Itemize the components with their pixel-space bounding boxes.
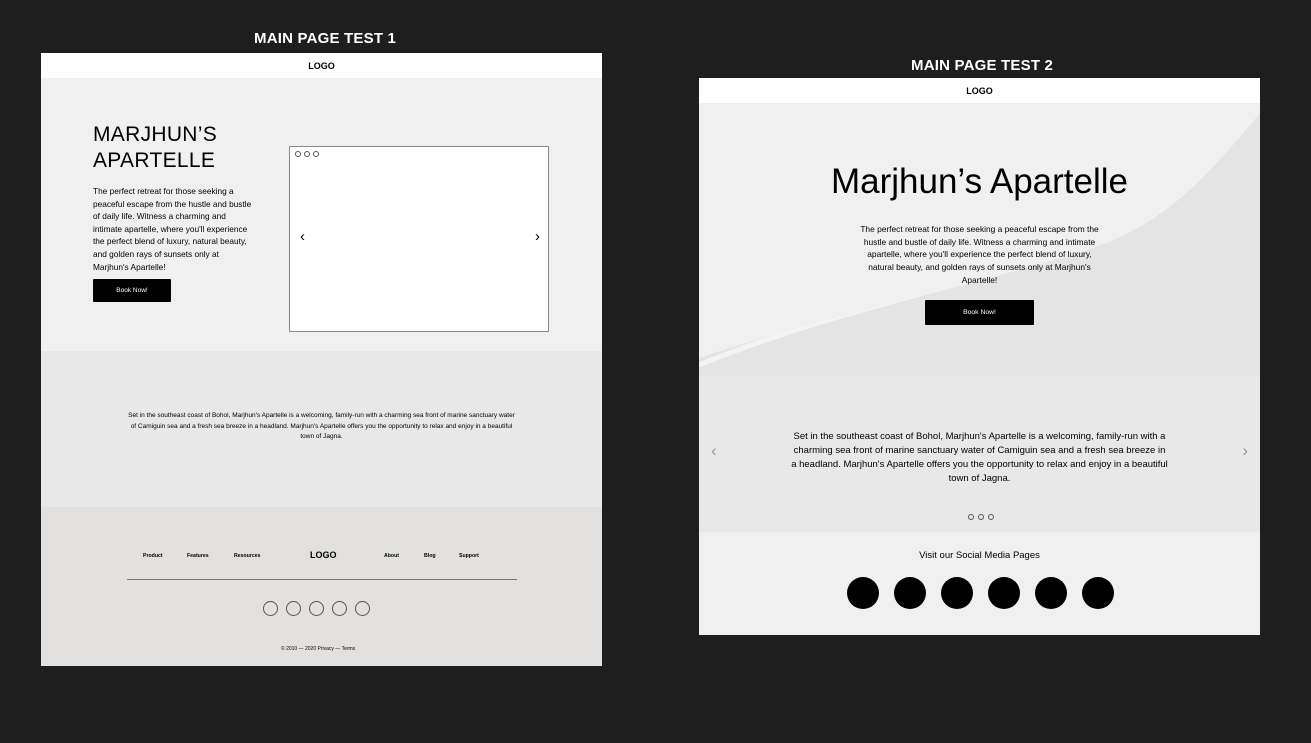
about-text: Set in the southeast coast of Bohol, Mar… — [791, 431, 1168, 484]
hero-description: The perfect retreat for those seeking a … — [93, 186, 252, 272]
footer-link-resources[interactable]: Resources — [234, 553, 261, 559]
window-dots — [295, 151, 319, 157]
circle-icon[interactable] — [355, 601, 370, 616]
footer-link-product[interactable]: Product — [143, 553, 163, 559]
about-section: Set in the southeast coast of Bohol, Mar… — [41, 351, 602, 507]
footer-link-features[interactable]: Features — [187, 553, 209, 559]
social-section: Visit our Social Media Pages — [699, 532, 1260, 635]
book-now-button[interactable]: Book Now! — [93, 279, 171, 302]
social-icon[interactable] — [1082, 577, 1114, 609]
main-page-test-2: LOGO Marjhun’s Apartelle The perfect ret… — [699, 78, 1260, 635]
hero-title: MARJHUN’S APARTELLE — [93, 123, 218, 172]
social-title: Visit our Social Media Pages — [919, 550, 1040, 561]
hero-title: Marjhun’s Apartelle — [830, 162, 1129, 201]
copyright: © 2010 — 2020 Privacy — Terms — [281, 646, 356, 652]
window-dot — [313, 151, 319, 157]
social-icon[interactable] — [894, 577, 926, 609]
slider-dot[interactable] — [968, 514, 974, 520]
logo[interactable]: LOGO — [308, 61, 335, 71]
top-bar: LOGO — [41, 53, 602, 78]
social-icon[interactable] — [847, 577, 879, 609]
slider-dot[interactable] — [978, 514, 984, 520]
about-text: Set in the southeast coast of Bohol, Mar… — [128, 412, 515, 440]
logo[interactable]: LOGO — [966, 86, 993, 96]
main-page-test-1: LOGO MARJHUN’S APARTELLE The perfect ret… — [41, 53, 602, 666]
circle-icon[interactable] — [332, 601, 347, 616]
footer-link-blog[interactable]: Blog — [424, 553, 436, 559]
footer-link-about[interactable]: About — [384, 553, 399, 559]
image-carousel: ‹ › — [289, 146, 549, 332]
hero-section: Marjhun’s Apartelle The perfect retreat … — [699, 103, 1260, 376]
social-icon[interactable] — [941, 577, 973, 609]
social-icons — [847, 577, 1114, 609]
social-icon[interactable] — [988, 577, 1020, 609]
window-dot — [304, 151, 310, 157]
slider-dots — [968, 514, 994, 520]
footer-logo[interactable]: LOGO — [310, 550, 337, 560]
footer: Product Features Resources About Blog Su… — [41, 507, 602, 666]
chevron-left-icon[interactable]: ‹ — [300, 229, 305, 244]
frame-title-2: MAIN PAGE TEST 2 — [911, 57, 1054, 74]
social-icon[interactable] — [1035, 577, 1067, 609]
circle-icon[interactable] — [263, 601, 278, 616]
chevron-right-icon[interactable]: › — [535, 229, 540, 244]
footer-divider — [127, 579, 517, 580]
chevron-right-icon[interactable]: › — [1242, 442, 1248, 459]
book-now-button[interactable]: Book Now! — [925, 300, 1034, 325]
social-icons — [263, 601, 370, 616]
footer-link-support[interactable]: Support — [459, 553, 479, 559]
circle-icon[interactable] — [286, 601, 301, 616]
hero-section: MARJHUN’S APARTELLE The perfect retreat … — [41, 78, 602, 351]
slider-dot[interactable] — [988, 514, 994, 520]
hero-description: The perfect retreat for those seeking a … — [860, 224, 1099, 285]
window-dot — [295, 151, 301, 157]
top-bar: LOGO — [699, 78, 1260, 103]
chevron-left-icon[interactable]: ‹ — [711, 442, 717, 459]
about-slider: ‹ Set in the southeast coast of Bohol, M… — [699, 376, 1260, 532]
circle-icon[interactable] — [309, 601, 324, 616]
frame-title-1: MAIN PAGE TEST 1 — [254, 30, 397, 47]
